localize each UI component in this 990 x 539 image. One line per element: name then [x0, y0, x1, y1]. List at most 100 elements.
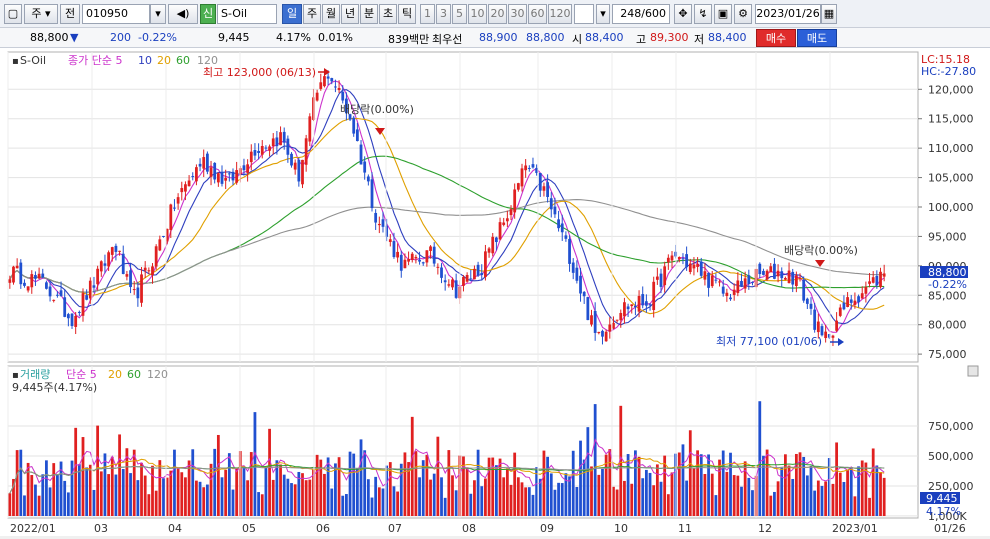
tab-month[interactable]: 월 — [322, 4, 340, 24]
tab-tick[interactable]: 틱 — [398, 4, 416, 24]
calendar-icon[interactable]: ▦ — [821, 4, 837, 24]
interval-custom-input[interactable] — [574, 4, 594, 24]
volume-bar — [180, 472, 184, 516]
interval-10[interactable]: 10 — [468, 4, 487, 24]
volume-bar — [443, 497, 447, 516]
scroll-up-icon[interactable] — [967, 365, 979, 377]
candle-body — [860, 293, 864, 299]
count-display[interactable]: 248/600 — [612, 4, 670, 24]
volume-bar — [85, 467, 89, 516]
candle-body — [213, 162, 217, 180]
draw-tool-icon[interactable]: ↯ — [694, 4, 712, 24]
volume-bar — [838, 472, 842, 516]
tab-week[interactable]: 주 — [303, 4, 321, 24]
volume-bar — [842, 481, 846, 516]
volume-bar — [743, 461, 747, 516]
jeon-button[interactable]: 전 — [60, 4, 80, 24]
interval-60[interactable]: 60 — [528, 4, 547, 24]
volume-bar — [143, 475, 147, 516]
interval-20[interactable]: 20 — [488, 4, 507, 24]
date-axis-label: 10 — [614, 522, 628, 535]
hc-label: HC:-27.80 — [921, 65, 976, 78]
volume-bar — [597, 474, 601, 516]
date-field[interactable]: 2023/01/26 — [755, 4, 821, 24]
volume-bar — [882, 477, 886, 516]
volume-bar — [655, 464, 659, 516]
candle-body — [780, 271, 784, 279]
candle-body — [418, 259, 421, 262]
volume-bar — [242, 466, 246, 516]
interval-3[interactable]: 3 — [436, 4, 451, 24]
save-icon[interactable]: ▣ — [714, 4, 732, 24]
interval-30[interactable]: 30 — [508, 4, 527, 24]
candle-body — [326, 76, 330, 79]
window-icon[interactable]: ▢ — [4, 4, 22, 24]
volume-bar — [293, 484, 297, 516]
volume-bar — [209, 463, 213, 516]
tab-minute[interactable]: 분 — [360, 4, 378, 24]
date-axis-label: 05 — [242, 522, 256, 535]
volume-bar — [162, 478, 165, 516]
candle-body — [282, 131, 286, 143]
interval-1[interactable]: 1 — [420, 4, 435, 24]
candle-body — [699, 261, 703, 276]
interval-120[interactable]: 120 — [548, 4, 572, 24]
volume-bar — [348, 451, 352, 516]
settings-gear-icon[interactable]: ⚙ — [734, 4, 752, 24]
date-axis-label: 08 — [462, 522, 476, 535]
volume-bar — [359, 439, 363, 516]
sell-button[interactable]: 매도 — [797, 29, 837, 47]
volume-bar — [381, 488, 385, 516]
current-change-tag: -0.22% — [928, 278, 967, 291]
candle-body — [23, 282, 26, 286]
candle-body — [74, 315, 78, 327]
candle-body — [473, 268, 476, 280]
volume-bar — [337, 457, 341, 516]
chart-area[interactable]: 120,000 115,000 110,000 105,000 100,000 95,00… — [0, 48, 990, 536]
speaker-icon[interactable]: ◀) — [168, 4, 198, 24]
stock-chart-svg[interactable]: 120,000 115,000 110,000 105,000 100,000 95,00… — [0, 48, 990, 536]
volume-bar — [615, 489, 619, 516]
volume-bar — [582, 459, 586, 516]
volume-bar — [805, 475, 809, 516]
volume-bar — [187, 460, 191, 516]
volume-bar — [330, 488, 334, 516]
candle-body — [513, 189, 517, 213]
tab-year[interactable]: 년 — [341, 4, 359, 24]
tab-second[interactable]: 초 — [379, 4, 397, 24]
volume-bar — [860, 460, 864, 516]
stock-code-input[interactable]: 010950 — [82, 4, 150, 24]
code-dropdown-icon[interactable]: ▾ — [150, 4, 166, 24]
volume-bar — [132, 449, 136, 516]
stock-name-field[interactable]: S-Oil — [217, 4, 277, 24]
change-down-icon: ▼ — [70, 31, 79, 44]
sin-badge[interactable]: 신 — [200, 4, 216, 24]
date-axis-label: 09 — [540, 522, 554, 535]
buy-button[interactable]: 매수 — [756, 29, 796, 47]
volume-bar — [260, 494, 264, 516]
candle-body — [692, 264, 696, 269]
candle-body — [619, 312, 623, 321]
volume-bar — [279, 464, 282, 516]
volume-bar — [557, 482, 560, 516]
candle-body — [747, 275, 751, 285]
crosshair-icon[interactable]: ✥ — [674, 4, 692, 24]
candle-body — [257, 150, 260, 153]
candle-body — [502, 222, 506, 225]
candle-body — [92, 285, 96, 288]
interval-dropdown-icon[interactable]: ▾ — [596, 4, 610, 24]
tab-day[interactable]: 일 — [282, 4, 302, 24]
candle-body — [334, 86, 337, 88]
candle-body — [12, 266, 15, 283]
market-type-select[interactable]: 주 ▾ — [24, 4, 58, 24]
candle-body — [121, 253, 125, 274]
candle-body — [494, 237, 498, 243]
candle-body — [271, 138, 275, 147]
best-bid-value: 88,800 — [526, 31, 565, 44]
candle-body — [663, 266, 667, 286]
date-axis-label: 11 — [678, 522, 692, 535]
volume-bar — [634, 450, 637, 516]
volume-bar — [494, 465, 498, 516]
interval-5[interactable]: 5 — [452, 4, 467, 24]
volume-bar — [301, 473, 304, 516]
